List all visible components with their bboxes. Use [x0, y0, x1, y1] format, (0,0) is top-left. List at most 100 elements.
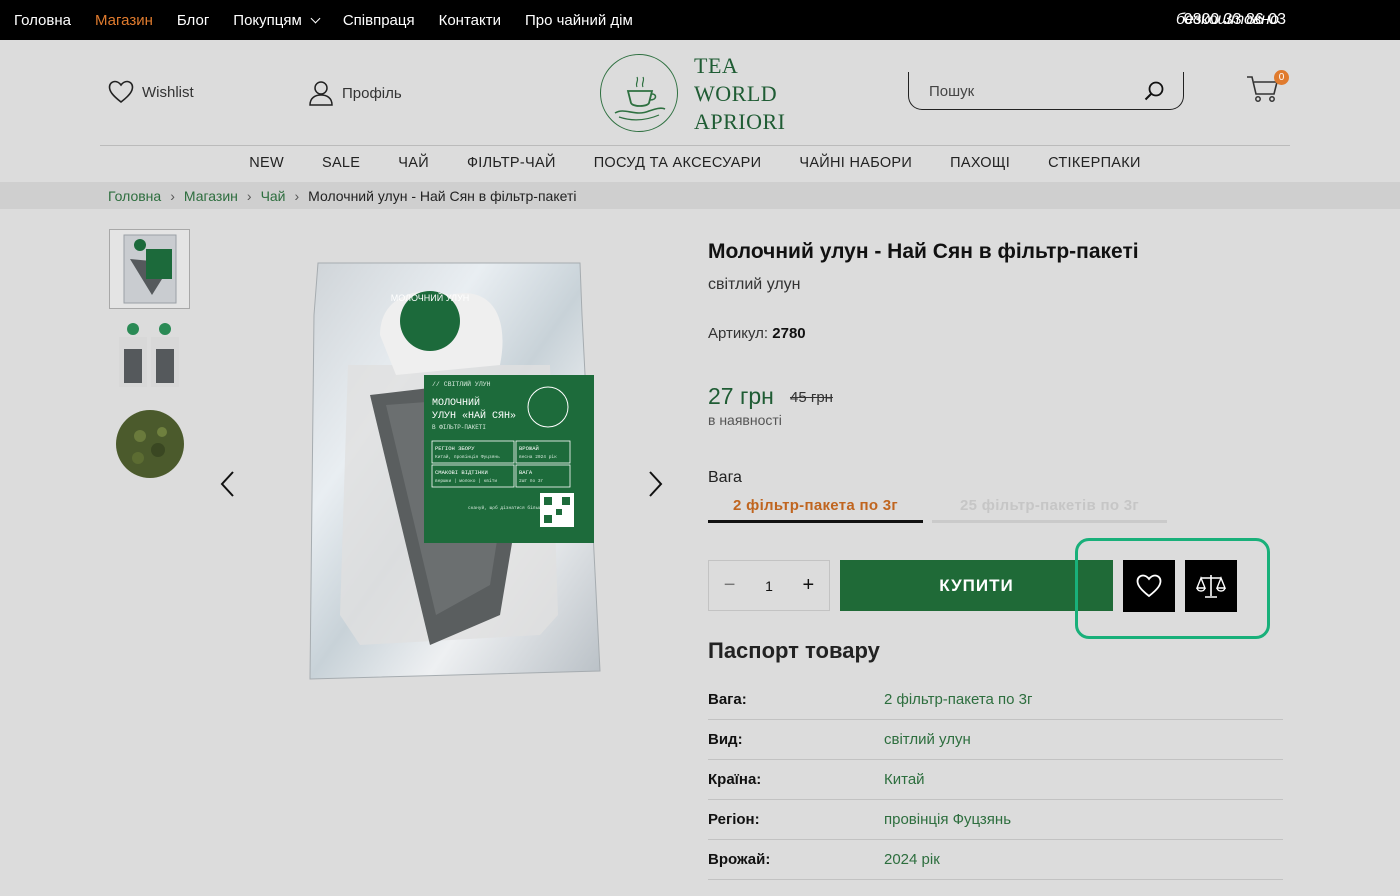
package-weight-value: 2шт по 3г [519, 478, 544, 484]
menu-item-stickerpacks[interactable]: СТІКЕРПАКИ [1048, 155, 1141, 171]
package-name-line3: В ФІЛЬТР-ПАКЕТІ [432, 424, 486, 431]
chevron-right-icon[interactable] [642, 470, 668, 498]
topnav-customers[interactable]: Покупцям [233, 11, 321, 29]
stock-status: в наявності [708, 412, 782, 428]
topnav-home-label: Головна [14, 11, 71, 29]
breadcrumb-separator: › [246, 187, 252, 204]
topnav-blog[interactable]: Блог [177, 12, 209, 29]
spec-key: Вид: [708, 731, 743, 748]
weight-option-2-bags[interactable]: 2 фільтр-пакета по 3г [708, 497, 923, 523]
breadcrumb-shop[interactable]: Магазин [184, 188, 238, 204]
scales-icon [1196, 575, 1226, 598]
package-harvest-title: ВРОЖАЙ [519, 444, 539, 452]
spec-value-link[interactable]: 2 фільтр-пакета по 3г [884, 691, 1032, 708]
cart-button[interactable]: 0 [1246, 70, 1289, 108]
search-icon[interactable] [1143, 80, 1165, 102]
package-category-text: // СВІТЛИЙ УЛУН [432, 379, 491, 388]
breadcrumb-current: Молочний улун - Най Сян в фільтр-пакеті [308, 187, 577, 204]
spec-key: Країна: [708, 771, 762, 788]
weight-option-25-bags[interactable]: 25 фільтр-пакетів по 3г [932, 497, 1167, 523]
breadcrumb: Головна › Магазин › Чай › Молочний улун … [0, 182, 1400, 209]
breadcrumb-separator: › [294, 187, 300, 204]
package-name-line2: УЛУН «НАЙ СЯН» [432, 408, 516, 422]
product-main-image: МОЛОЧНИЙ УЛУН // СВІТЛИЙ УЛУН МОЛОЧНИЙ У… [309, 262, 601, 680]
logo-emblem-icon [600, 54, 678, 132]
package-harvest-value: весна 2024 рік [519, 454, 557, 460]
topnav-cooperation-label: Співпраця [342, 11, 415, 29]
package-name-line1: МОЛОЧНИЙ [432, 395, 480, 409]
heart-icon [108, 80, 134, 104]
topnav-home[interactable]: Головна [14, 12, 71, 29]
topnav-about-label: Про чайний дім [524, 11, 633, 29]
spec-value-link[interactable]: 2024 рік [884, 851, 940, 868]
topnav-customers-label: Покупцям [233, 11, 302, 29]
product-thumbnail-2[interactable] [109, 316, 190, 396]
spec-key: Вага: [708, 691, 747, 708]
menu-item-tableware[interactable]: ПОСУД ТА АКСЕСУАРИ [594, 155, 762, 171]
table-row: Вид: світлий улун [708, 720, 1283, 760]
spec-value-link[interactable]: Китай [884, 771, 925, 788]
package-stamp-text: МОЛОЧНИЙ УЛУН [391, 292, 470, 303]
quantity-increase-button[interactable]: + [803, 574, 815, 597]
topnav-shop[interactable]: Магазин [95, 12, 153, 29]
thumbnail-teabags-image [118, 323, 179, 387]
chevron-left-icon[interactable] [215, 470, 241, 498]
menu-item-filter-tea[interactable]: ФІЛЬТР-ЧАЙ [467, 155, 556, 171]
top-bar: Головна Магазин Блог Покупцям Співпраця … [0, 0, 1400, 40]
breadcrumb-separator: › [170, 187, 175, 204]
product-subtitle: світлий улун [708, 276, 801, 293]
search-box [908, 72, 1184, 110]
product-thumbnail-3[interactable] [109, 402, 190, 482]
spec-key: Врожай: [708, 851, 771, 868]
wishlist-label: Wishlist [142, 83, 194, 101]
menu-item-new[interactable]: NEW [249, 155, 284, 171]
topnav-contacts-label: Контакти [438, 11, 501, 29]
user-icon [309, 81, 333, 106]
sku-label: Артикул: [708, 325, 769, 342]
menu-item-sale[interactable]: SALE [322, 155, 360, 171]
topnav-cooperation[interactable]: Співпраця [343, 12, 415, 29]
package-region-title: РЕГІОН ЗБОРУ [435, 445, 475, 452]
profile-link[interactable]: Профіль [308, 80, 402, 106]
thumbnail-leaves-image [115, 410, 184, 478]
package-notes-title: СМАКОВІ ВІДТІНКИ [435, 469, 488, 476]
weight-label: Вага [708, 469, 742, 486]
menu-item-incense[interactable]: ПАХОЩІ [950, 155, 1010, 171]
site-logo[interactable]: TEA WORLD APRIORI [600, 52, 800, 134]
chevron-down-icon [310, 13, 321, 23]
add-to-wishlist-button[interactable] [1123, 560, 1175, 612]
topnav-shop-label: Магазин [95, 11, 153, 29]
spec-value-link[interactable]: провінція Фуцзянь [884, 811, 1011, 828]
main-menu: NEW SALE ЧАЙ ФІЛЬТР-ЧАЙ ПОСУД ТА АКСЕСУА… [100, 146, 1290, 180]
quantity-value[interactable]: 1 [765, 578, 773, 594]
menu-item-tea[interactable]: ЧАЙ [398, 155, 429, 171]
product-thumbnail-1[interactable] [109, 229, 190, 309]
spec-value-link[interactable]: світлий улун [884, 731, 971, 748]
buy-button[interactable]: КУПИТИ [840, 560, 1113, 611]
menu-item-tea-sets[interactable]: ЧАЙНІ НАБОРИ [799, 155, 912, 171]
breadcrumb-tea[interactable]: Чай [261, 188, 286, 204]
logo-text: TEA WORLD APRIORI [694, 53, 786, 134]
profile-label: Профіль [342, 84, 402, 102]
passport-table: Вага: 2 фільтр-пакета по 3г Вид: світлий у… [708, 680, 1283, 880]
table-row: Країна: Китай [708, 760, 1283, 800]
topnav-blog-label: Блог [176, 11, 210, 29]
topnav-about[interactable]: Про чайний дім [525, 12, 633, 29]
wishlist-link[interactable]: Wishlist [108, 80, 194, 104]
package-notes-value: вершки | молоко | квіти [435, 478, 497, 484]
quantity-decrease-button[interactable]: − [724, 574, 736, 597]
table-row: Вага: 2 фільтр-пакета по 3г [708, 680, 1283, 720]
product-sku: Артикул: 2780 [708, 325, 806, 342]
package-weight-title: ВАГА [519, 469, 533, 476]
search-input[interactable] [929, 80, 1139, 102]
table-row: Врожай: 2024 рік [708, 840, 1283, 880]
product-price: 27 грн [708, 383, 774, 409]
topnav-contacts[interactable]: Контакти [439, 12, 501, 29]
product-title: Молочний улун - Най Сян в фільтр-пакеті [708, 240, 1139, 263]
sku-value: 2780 [772, 325, 806, 342]
thumbnail-package-image [123, 234, 176, 304]
breadcrumb-home[interactable]: Головна [108, 188, 161, 204]
passport-title: Паспорт товару [708, 638, 880, 663]
compare-button[interactable] [1185, 560, 1237, 612]
product-old-price: 45 грн [790, 389, 833, 406]
